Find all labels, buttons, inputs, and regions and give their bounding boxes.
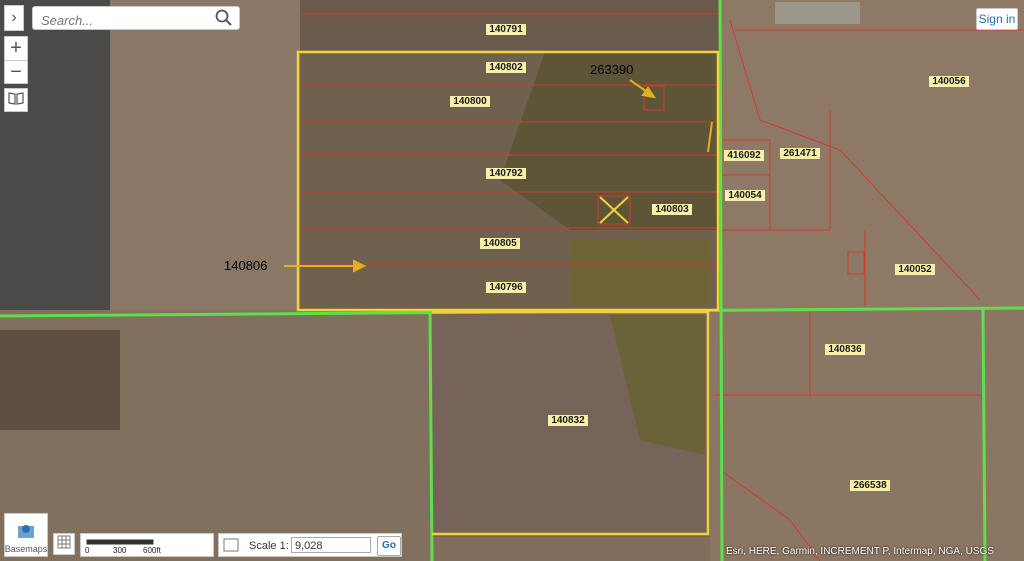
book-icon — [8, 91, 24, 110]
scale-icon — [223, 538, 239, 555]
annotation-263390: 263390 — [590, 62, 633, 77]
parcel-label-266538[interactable]: 266538 — [853, 480, 887, 491]
parcel-label-140836[interactable]: 140836 — [828, 344, 862, 355]
parcel-label-140800[interactable]: 140800 — [453, 96, 487, 107]
zoom-out-button[interactable]: − — [4, 60, 28, 84]
scale-control: Scale 1: 9,028 Go — [218, 533, 402, 557]
scale-input[interactable]: 9,028 — [291, 537, 371, 553]
map-canvas[interactable]: 140791 140802 140800 140792 140805 140796 1408… — [0, 0, 1024, 561]
go-button[interactable]: Go — [377, 536, 401, 556]
bookmarks-button[interactable] — [4, 88, 28, 112]
measure-button[interactable] — [53, 533, 75, 555]
scale-tick-0: 0 — [85, 546, 90, 555]
search-input[interactable] — [39, 10, 213, 30]
zoom-in-button[interactable]: + — [4, 36, 28, 60]
basemaps-button[interactable]: Basemaps — [4, 513, 48, 557]
scale-label: Scale 1: — [249, 540, 289, 552]
scale-tick-300: 300 — [113, 546, 127, 555]
sign-in-button[interactable]: Sign in — [976, 8, 1018, 30]
parcel-label-261471[interactable]: 261471 — [783, 148, 817, 159]
search-icon[interactable] — [215, 9, 233, 32]
parcel-label-140056[interactable]: 140056 — [932, 76, 966, 87]
parcel-label-140054[interactable]: 140054 — [728, 190, 762, 201]
grid-icon — [57, 535, 71, 554]
annotation-140806: 140806 — [224, 258, 267, 273]
search-box[interactable] — [32, 6, 240, 30]
chevron-right-icon: › — [11, 9, 17, 26]
basemaps-icon — [15, 520, 37, 544]
parcel-label-140796[interactable]: 140796 — [489, 282, 523, 293]
basemaps-label: Basemaps — [4, 544, 48, 554]
parcel-label-140832[interactable]: 140832 — [551, 415, 585, 426]
parcel-label-140791[interactable]: 140791 — [489, 24, 523, 35]
attribution: Esri, HERE, Garmin, INCREMENT P, Interma… — [725, 546, 994, 557]
parcel-label-140052[interactable]: 140052 — [898, 264, 932, 275]
parcel-label-140805[interactable]: 140805 — [483, 238, 517, 249]
parcel-label-140803[interactable]: 140803 — [655, 204, 689, 215]
parcel-label-140802[interactable]: 140802 — [489, 62, 523, 73]
expand-panel-button[interactable]: › — [4, 5, 24, 31]
scale-bar: 0 300 600ft — [80, 533, 214, 557]
scale-tick-600: 600ft — [143, 546, 161, 555]
parcel-label-416092[interactable]: 416092 — [727, 150, 761, 161]
parcel-label-140792[interactable]: 140792 — [489, 168, 523, 179]
